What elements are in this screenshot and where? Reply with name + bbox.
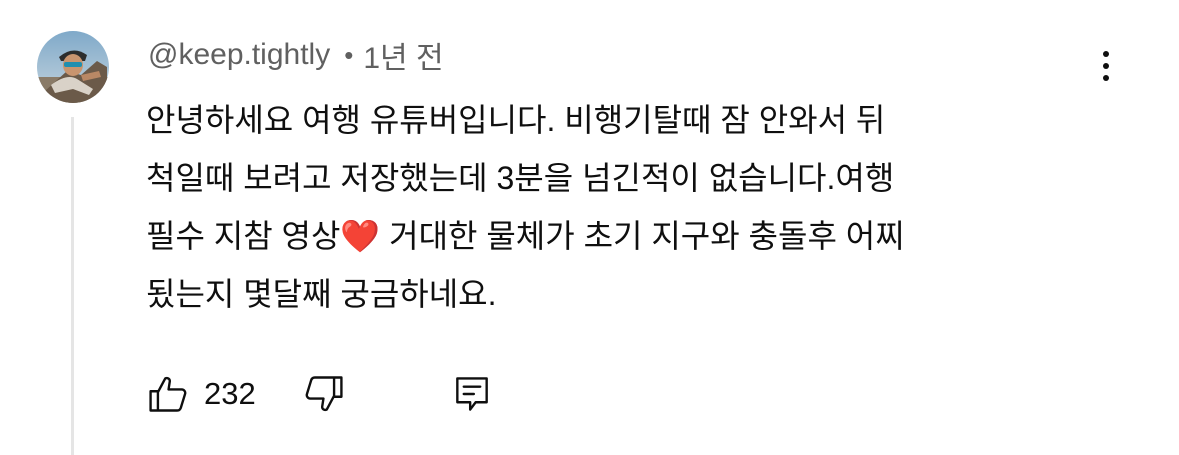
more-dot	[1103, 63, 1109, 69]
meta-separator: •	[344, 39, 354, 70]
avatar[interactable]	[37, 31, 109, 103]
comment-time[interactable]: 1년 전	[363, 33, 443, 77]
more-vert-icon[interactable]	[1088, 44, 1124, 88]
comment-header: @keep.tightly • 1년 전	[148, 33, 444, 77]
comment-line-part: 거대한 물체가 초기 지구와 충돌후 어찌	[380, 218, 905, 254]
comment-line: 안녕하세요 여행 유튜버입니다. 비행기탈때 잠 안와서 뒤	[146, 102, 886, 138]
comment-text: 안녕하세요 여행 유튜버입니다. 비행기탈때 잠 안와서 뒤 척일때 보려고 저…	[146, 91, 1106, 323]
reply-comment-icon	[455, 377, 488, 411]
more-dot	[1103, 51, 1109, 57]
like-button[interactable]	[146, 372, 190, 416]
comment-line: 됬는지 몇달째 궁금하네요.	[146, 276, 497, 312]
dislike-button[interactable]	[302, 372, 346, 416]
like-count: 232	[204, 376, 256, 411]
comment-actions: 232	[146, 372, 494, 416]
comment-line: 척일때 보려고 저장했는데 3분을 넘긴적이 없습니다.여행	[146, 160, 895, 196]
reply-button[interactable]	[450, 372, 494, 416]
thread-line	[71, 117, 74, 455]
thumb-up-icon	[149, 376, 187, 412]
thumb-down-icon	[305, 376, 343, 412]
author-handle[interactable]: @keep.tightly	[148, 38, 330, 72]
heart-emoji: ❤️	[340, 218, 381, 254]
comment-line-part: 필수 지참 영상	[146, 218, 341, 254]
more-dot	[1103, 75, 1109, 81]
avatar-photo	[37, 31, 109, 103]
comment-line: 필수 지참 영상❤️ 거대한 물체가 초기 지구와 충돌후 어찌	[146, 207, 1106, 265]
